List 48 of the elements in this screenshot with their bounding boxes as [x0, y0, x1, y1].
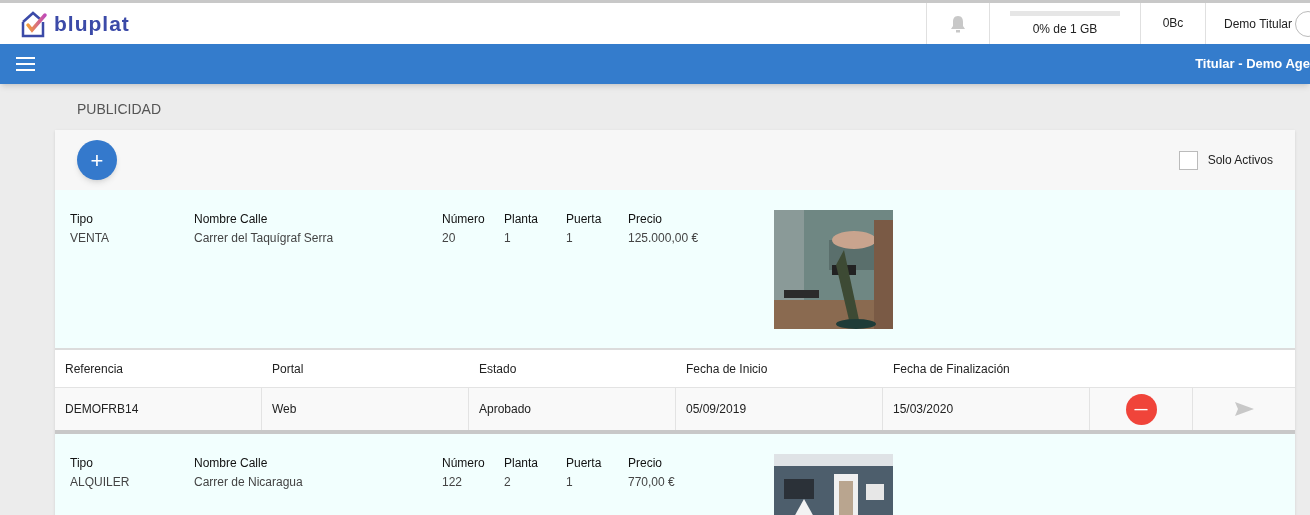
field-label: Número — [442, 455, 486, 472]
field-value: Carrer de Nicaragua — [194, 474, 304, 491]
navbar-subtitle: Titular - Demo Age — [1195, 55, 1310, 74]
user-name[interactable]: Demo Titular — [1224, 14, 1293, 33]
menu-icon[interactable] — [16, 57, 35, 71]
field-label: Tipo — [70, 211, 94, 228]
table-cell-text: Web — [272, 401, 297, 418]
field-label: Puerta — [566, 211, 603, 228]
column-header: Referencia — [65, 360, 124, 378]
field-value: ALQUILER — [70, 474, 131, 491]
column-header: Estado — [479, 360, 517, 378]
table-cell-text: 15/03/2020 — [893, 401, 954, 418]
page-title: PUBLICIDAD — [76, 100, 163, 119]
field-label: Puerta — [566, 455, 603, 472]
field-value: 1 — [566, 474, 574, 491]
column-header: Portal — [272, 360, 304, 378]
field-value: 770,00 € — [628, 474, 676, 491]
field-label: Tipo — [70, 455, 94, 472]
field-value: 2 — [504, 474, 512, 491]
field-label: Precio — [628, 211, 663, 228]
field-label: Nombre Calle — [194, 455, 269, 472]
logo-text: bluplat — [54, 10, 130, 37]
checkbox[interactable] — [1178, 150, 1198, 170]
field-value: 122 — [442, 474, 464, 491]
field-value: 20 — [442, 230, 457, 247]
field-value: 1 — [566, 230, 574, 247]
table-cell-text: Aprobado — [479, 401, 532, 418]
field-label: Planta — [504, 455, 540, 472]
remove-button[interactable]: — — [1125, 393, 1157, 425]
checkbox-label: Solo Activos — [1207, 152, 1273, 169]
field-value: Carrer del Taquígraf Serra — [194, 230, 335, 247]
field-label: Planta — [504, 211, 540, 228]
field-label: Nombre Calle — [194, 211, 269, 228]
bell-icon[interactable] — [950, 14, 966, 33]
table-cell-text: 05/09/2019 — [686, 401, 747, 418]
column-header: Fecha de Finalización — [893, 360, 1010, 378]
house-check-logo-icon — [20, 9, 48, 38]
add-button[interactable]: + — [77, 140, 117, 180]
usage-label: 0Bc — [1162, 15, 1184, 32]
field-label: Número — [442, 211, 486, 228]
table-cell-text: DEMOFRB14 — [65, 401, 139, 418]
column-header: Fecha de Inicio — [686, 360, 768, 378]
field-label: Precio — [628, 455, 663, 472]
field-value: 1 — [504, 230, 512, 247]
send-icon[interactable] — [1234, 402, 1254, 416]
field-value: 125.000,00 € — [628, 230, 700, 247]
field-value: VENTA — [70, 230, 111, 247]
storage-label: 0% de 1 GB — [1032, 21, 1098, 38]
